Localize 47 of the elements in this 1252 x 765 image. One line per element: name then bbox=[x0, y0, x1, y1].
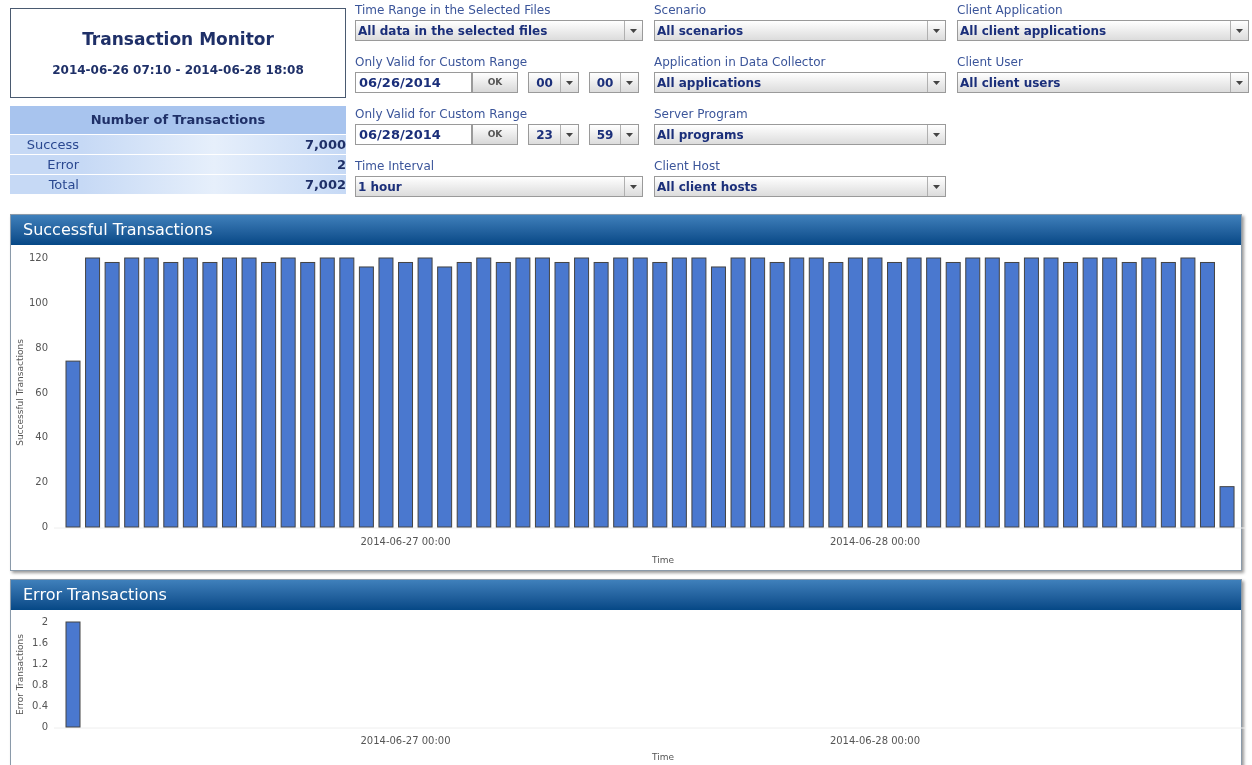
dropdown[interactable]: All programs bbox=[654, 124, 946, 145]
caret-icon bbox=[1236, 28, 1243, 33]
field-label: Only Valid for Custom Range bbox=[355, 55, 529, 70]
field-label: Client Host bbox=[654, 159, 721, 174]
date-field[interactable]: 06/26/2014 bbox=[355, 72, 472, 93]
field-label: Server Program bbox=[654, 107, 749, 122]
dropdown[interactable]: All applications bbox=[654, 72, 946, 93]
table-cell: 7,000 bbox=[82, 135, 346, 154]
date-field[interactable]: 06/28/2014 bbox=[355, 124, 472, 145]
monitor-title: Transaction Monitor bbox=[82, 28, 274, 52]
field-label: Application in Data Collector bbox=[654, 55, 827, 70]
field-label: Time Range in the Selected Files bbox=[355, 3, 552, 18]
caret-icon bbox=[933, 184, 940, 189]
field-label: Only Valid for Custom Range bbox=[355, 107, 529, 122]
table-cell: 7,002 bbox=[82, 175, 346, 194]
caret-icon bbox=[630, 184, 637, 189]
caret-icon bbox=[933, 28, 940, 33]
caret-icon bbox=[566, 132, 573, 137]
table-header: Number of Transactions bbox=[10, 106, 346, 134]
hour-dropdown[interactable]: 23 bbox=[528, 124, 579, 145]
field-label: Scenario bbox=[654, 3, 708, 18]
table-cell: 2 bbox=[82, 155, 346, 174]
caret-icon bbox=[1236, 80, 1243, 85]
dropdown[interactable]: All scenarios bbox=[654, 20, 946, 41]
minute-dropdown[interactable]: 59 bbox=[589, 124, 639, 145]
table-cell: Error bbox=[10, 155, 82, 174]
table-cell: Success bbox=[10, 135, 82, 154]
field-label: Client Application bbox=[957, 3, 1064, 18]
caret-icon bbox=[933, 80, 940, 85]
dropdown[interactable]: 1 hour bbox=[355, 176, 643, 197]
date-range: 2014-06-26 07:10 - 2014-06-28 18:08 bbox=[52, 61, 304, 79]
ok-button[interactable]: OK bbox=[472, 124, 518, 145]
table-cell: Total bbox=[10, 175, 82, 194]
field-label: Time Interval bbox=[355, 159, 436, 174]
caret-icon bbox=[566, 80, 573, 85]
caret-icon bbox=[933, 132, 940, 137]
caret-icon bbox=[626, 132, 633, 137]
caret-icon bbox=[626, 80, 633, 85]
dropdown[interactable]: All data in the selected files bbox=[355, 20, 643, 41]
ok-button[interactable]: OK bbox=[472, 72, 518, 93]
dropdown[interactable]: All client applications bbox=[957, 20, 1249, 41]
field-label: Client User bbox=[957, 55, 1024, 70]
caret-icon bbox=[630, 28, 637, 33]
minute-dropdown[interactable]: 00 bbox=[589, 72, 639, 93]
hour-dropdown[interactable]: 00 bbox=[528, 72, 579, 93]
dropdown[interactable]: All client hosts bbox=[654, 176, 946, 197]
dropdown[interactable]: All client users bbox=[957, 72, 1249, 93]
